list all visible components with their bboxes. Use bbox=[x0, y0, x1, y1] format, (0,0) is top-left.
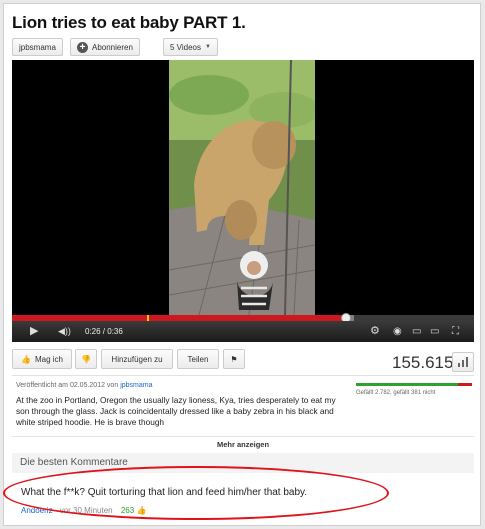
flag-button[interactable]: ⚑ bbox=[223, 349, 245, 369]
player-controls: ▶ ◀)) 0:26 / 0:36 ⚙ ◉ ▭ ▭ ⛶ bbox=[12, 321, 474, 342]
small-player-icon[interactable]: ▭ bbox=[412, 321, 421, 342]
volume-icon[interactable]: ◀)) bbox=[58, 321, 71, 342]
fullscreen-icon[interactable]: ⛶ bbox=[452, 321, 459, 342]
like-dislike-counts: Gefällt 2.782, gefällt 381 nicht bbox=[356, 390, 436, 396]
comments-heading: Die besten Kommentare bbox=[20, 457, 128, 468]
plus-icon: + bbox=[77, 41, 88, 53]
subscribe-button[interactable]: + Abonnieren bbox=[70, 38, 140, 56]
add-to-label: Hinzufügen zu bbox=[111, 354, 163, 364]
share-button[interactable]: Teilen bbox=[177, 349, 219, 369]
thumbs-up-icon: 👍 bbox=[21, 354, 31, 364]
chevron-down-icon: ▼ bbox=[205, 44, 211, 50]
dislike-button[interactable]: 👎 bbox=[75, 349, 97, 369]
channel-label: jpbsmama bbox=[19, 42, 56, 52]
time-display: 0:26 / 0:36 bbox=[85, 327, 123, 336]
videos-dropdown[interactable]: 5 Videos ▼ bbox=[163, 38, 218, 56]
show-more-button[interactable]: Mehr anzeigen bbox=[12, 436, 474, 451]
like-button[interactable]: 👍 Mag ich bbox=[12, 349, 72, 369]
watch-panel: Lion tries to eat baby PART 1. jpbsmama … bbox=[3, 3, 481, 526]
videos-label: 5 Videos bbox=[170, 42, 201, 52]
play-icon[interactable]: ▶ bbox=[30, 321, 38, 342]
video-description: At the zoo in Portland, Oregon the usual… bbox=[16, 395, 336, 427]
like-label: Mag ich bbox=[34, 354, 63, 364]
like-ratio-fill bbox=[356, 383, 459, 386]
like-ratio-bar bbox=[356, 383, 472, 386]
view-count: 155.615 bbox=[392, 353, 454, 372]
add-to-button[interactable]: Hinzufügen zu bbox=[101, 349, 173, 369]
flag-icon: ⚑ bbox=[230, 354, 238, 364]
publish-channel-link[interactable]: jpbsmama bbox=[120, 382, 152, 389]
gear-icon[interactable]: ⚙ bbox=[370, 321, 380, 342]
large-player-icon[interactable]: ▭ bbox=[430, 321, 439, 342]
stats-icon bbox=[458, 357, 468, 367]
divider bbox=[12, 375, 474, 376]
video-title: Lion tries to eat baby PART 1. bbox=[12, 13, 246, 32]
video-frame bbox=[169, 60, 315, 315]
annotations-icon[interactable]: ◉ bbox=[393, 321, 402, 342]
video-player[interactable] bbox=[12, 60, 474, 315]
share-label: Teilen bbox=[187, 354, 209, 364]
publish-date: Veröffentlicht am 02.05.2012 von bbox=[16, 382, 119, 389]
stats-button[interactable] bbox=[452, 352, 474, 372]
thumbs-down-icon: 👎 bbox=[81, 354, 91, 364]
subscribe-label: Abonnieren bbox=[92, 42, 133, 52]
annotation-circle bbox=[3, 466, 389, 520]
channel-button[interactable]: jpbsmama bbox=[12, 38, 63, 56]
publish-info: Veröffentlicht am 02.05.2012 von jpbsmam… bbox=[16, 382, 152, 389]
